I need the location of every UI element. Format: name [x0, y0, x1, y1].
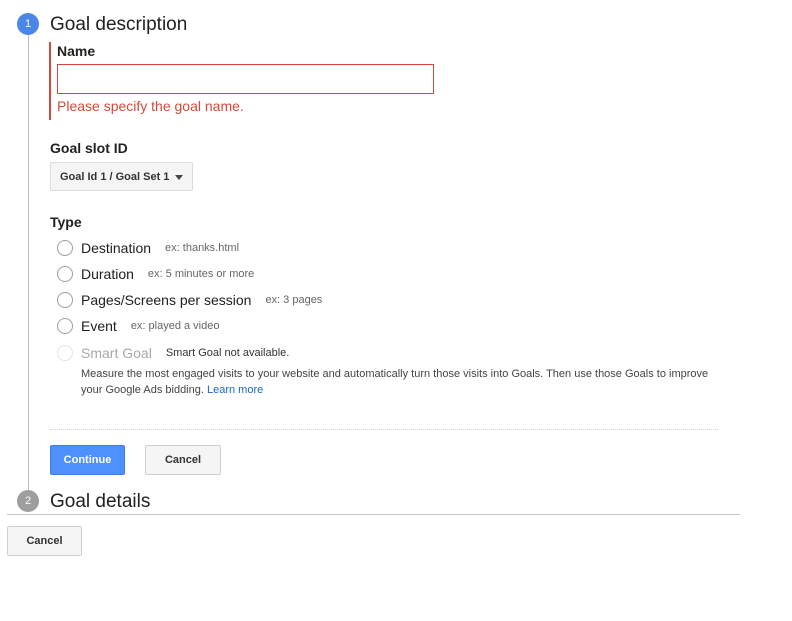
type-option-example: ex: 5 minutes or more — [147, 268, 255, 280]
radio-event[interactable] — [57, 318, 73, 334]
continue-button[interactable]: Continue — [50, 445, 125, 475]
bottom-divider — [7, 514, 740, 515]
radio-smart-goal — [57, 345, 73, 361]
type-option-label: Pages/Screens per session — [81, 292, 252, 308]
type-option-destination[interactable]: Destination ex: thanks.html — [57, 238, 239, 258]
goal-name-input[interactable] — [57, 64, 434, 94]
type-option-example: ex: thanks.html — [165, 242, 240, 254]
section-divider — [50, 429, 718, 430]
name-error-message: Please specify the goal name. — [57, 98, 244, 114]
type-option-pages-per-session[interactable]: Pages/Screens per session ex: 3 pages — [57, 290, 322, 310]
radio-destination[interactable] — [57, 240, 73, 256]
type-option-label: Duration — [81, 266, 134, 282]
radio-pages-per-session[interactable] — [57, 292, 73, 308]
learn-more-link[interactable]: Learn more — [207, 384, 263, 396]
caret-down-icon — [175, 175, 183, 180]
type-option-duration[interactable]: Duration ex: 5 minutes or more — [57, 264, 254, 284]
radio-duration[interactable] — [57, 266, 73, 282]
type-label: Type — [50, 214, 82, 230]
error-indicator-bar — [49, 42, 51, 120]
type-option-example: Smart Goal not available. — [165, 347, 290, 359]
goal-slot-label: Goal slot ID — [50, 140, 128, 156]
step-1-indicator: 1 — [17, 13, 39, 35]
goal-slot-dropdown[interactable]: Goal Id 1 / Goal Set 1 — [50, 162, 193, 191]
type-option-example: ex: 3 pages — [265, 294, 323, 306]
cancel-button[interactable]: Cancel — [145, 445, 221, 475]
type-option-label: Smart Goal — [81, 345, 152, 361]
smart-goal-description-text: Measure the most engaged visits to your … — [81, 368, 709, 396]
step-1-title: Goal description — [50, 14, 188, 35]
goal-slot-selected: Goal Id 1 / Goal Set 1 — [60, 170, 170, 183]
bottom-cancel-button[interactable]: Cancel — [7, 526, 82, 556]
step-rail — [28, 28, 29, 490]
smart-goal-description: Measure the most engaged visits to your … — [81, 366, 721, 398]
type-option-label: Event — [81, 318, 117, 334]
type-option-event[interactable]: Event ex: played a video — [57, 316, 219, 336]
type-option-smart-goal: Smart Goal Smart Goal not available. — [57, 343, 289, 363]
type-option-label: Destination — [81, 240, 152, 256]
step-2-indicator: 2 — [17, 490, 39, 512]
name-label: Name — [57, 43, 96, 59]
type-option-example: ex: played a video — [130, 320, 220, 332]
step-2-title: Goal details — [50, 491, 151, 512]
